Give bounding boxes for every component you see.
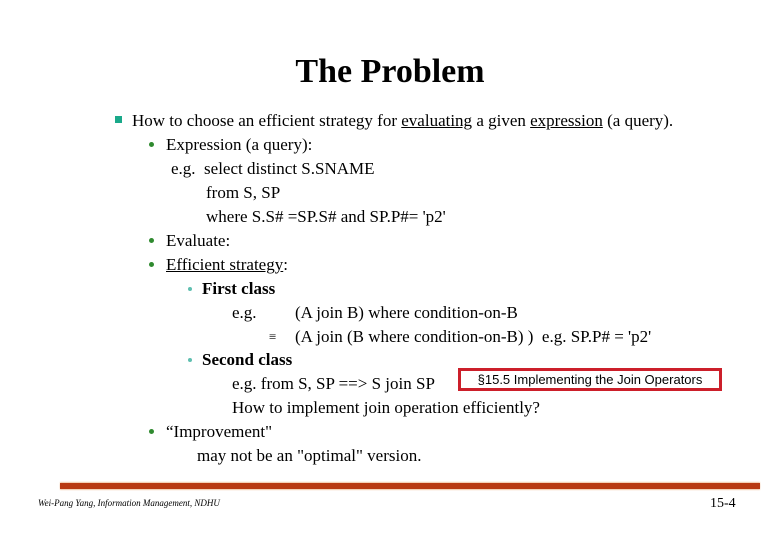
square-bullet-icon bbox=[115, 116, 122, 123]
second-class-label: Second class bbox=[202, 350, 293, 369]
footer-rule bbox=[60, 483, 760, 489]
dot-bullet-icon bbox=[149, 238, 154, 243]
main-bullet-post: (a query). bbox=[602, 111, 674, 130]
slide-title: The Problem bbox=[295, 53, 485, 90]
improvement-label: “Improvement" bbox=[166, 422, 273, 441]
evaluating-link[interactable]: evaluating bbox=[401, 111, 472, 130]
first-class-expr-1: (A join B) where condition-on-B bbox=[295, 303, 518, 322]
small-dot-bullet-icon bbox=[188, 287, 192, 291]
second-class-line-1: e.g. from S, SP ==> S join SP bbox=[232, 374, 435, 393]
first-class-label: First class bbox=[202, 279, 276, 298]
small-dot-bullet-icon bbox=[188, 358, 192, 362]
main-bullet-pre: How to choose an efficient strategy for bbox=[132, 111, 402, 130]
footer-author: Wei-Pang Yang, Information Management, N… bbox=[38, 498, 220, 508]
main-bullet-text: How to choose an efficient strategy for … bbox=[132, 111, 673, 131]
strategy-label: Efficient strategy: bbox=[166, 255, 288, 275]
section-reference-callout[interactable]: §15.5 Implementing the Join Operators bbox=[458, 368, 722, 391]
improvement-line: may not be an "optimal" version. bbox=[197, 446, 422, 465]
expression-line-3: where S.S# =SP.S# and SP.P#= 'p2' bbox=[206, 207, 446, 226]
dot-bullet-icon bbox=[149, 142, 154, 147]
expression-label: Expression (a query): bbox=[166, 135, 313, 154]
equivalence-icon: ≡ bbox=[269, 329, 277, 344]
expression-line-1: e.g. select distinct S.SNAME bbox=[171, 159, 375, 178]
strategy-colon: : bbox=[283, 255, 288, 274]
page-number: 15-4 bbox=[710, 496, 736, 511]
first-class-expr-2: (A join (B where condition-on-B) ) e.g. … bbox=[295, 327, 652, 346]
first-class-eg: e.g. bbox=[232, 303, 257, 322]
second-class-line-2: How to implement join operation efficien… bbox=[232, 398, 540, 417]
dot-bullet-icon bbox=[149, 429, 154, 434]
expression-line-2: from S, SP bbox=[206, 183, 281, 202]
expression-link[interactable]: expression bbox=[530, 111, 603, 130]
evaluate-label: Evaluate: bbox=[166, 231, 231, 250]
dot-bullet-icon bbox=[149, 262, 154, 267]
efficient-strategy-link[interactable]: Efficient strategy bbox=[166, 255, 283, 274]
main-bullet-mid: a given bbox=[472, 111, 531, 130]
